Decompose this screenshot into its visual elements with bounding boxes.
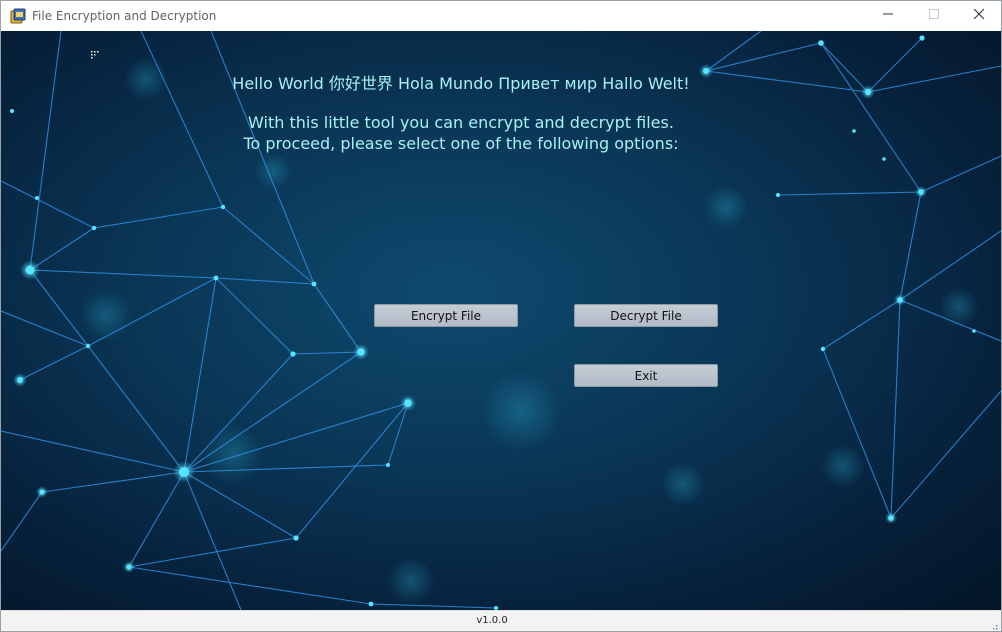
- app-window: File Encryption and Decryption Hello Wor…: [0, 0, 1002, 632]
- main-panel: Hello World 你好世界 Hola Mundo Привет мир H…: [1, 31, 1001, 610]
- network-lines-right: [705, 31, 1001, 519]
- minimize-button[interactable]: [865, 1, 911, 31]
- minimize-icon: [882, 7, 894, 25]
- close-icon: [973, 7, 985, 25]
- version-label: v1.0.0: [476, 615, 508, 626]
- maximize-icon: [928, 7, 940, 25]
- grip-icon: [91, 48, 101, 59]
- encrypt-file-button[interactable]: Encrypt File: [374, 304, 518, 327]
- status-bar: v1.0.0: [1, 610, 1001, 631]
- maximize-button[interactable]: [911, 1, 957, 31]
- window-title: File Encryption and Decryption: [32, 9, 217, 23]
- title-bar[interactable]: File Encryption and Decryption: [1, 1, 1001, 31]
- description-line-2: To proceed, please select one of the fol…: [243, 134, 679, 153]
- exit-button[interactable]: Exit: [574, 364, 718, 387]
- close-button[interactable]: [956, 1, 1001, 31]
- description-line-1: With this little tool you can encrypt an…: [248, 113, 674, 132]
- greeting-heading: Hello World 你好世界 Hola Mundo Привет мир H…: [232, 74, 690, 93]
- app-icon: [10, 8, 26, 24]
- decrypt-file-button[interactable]: Decrypt File: [574, 304, 718, 327]
- resize-grip-icon[interactable]: [989, 620, 998, 630]
